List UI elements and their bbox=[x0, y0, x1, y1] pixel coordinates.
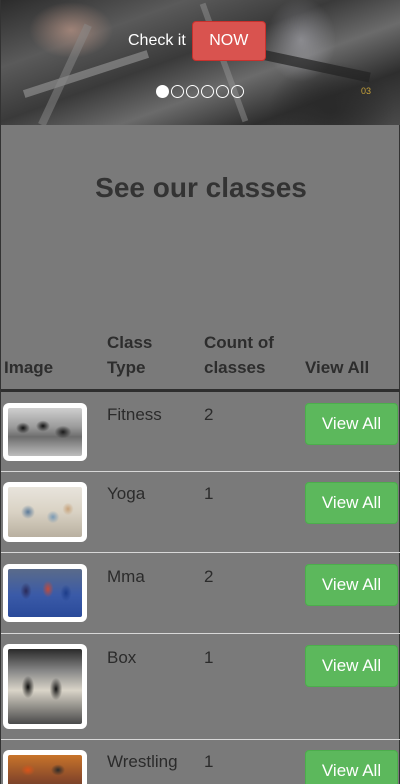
carousel-indicators bbox=[156, 85, 244, 98]
table-row: Yoga 1 View All bbox=[1, 472, 400, 553]
carousel-dot-3[interactable] bbox=[186, 85, 199, 98]
header-image: Image bbox=[4, 358, 54, 377]
hero-cta-text: Check it bbox=[128, 32, 186, 49]
class-count: 2 bbox=[204, 405, 214, 424]
now-button[interactable]: NOW bbox=[191, 21, 266, 61]
view-all-button[interactable]: View All bbox=[305, 482, 398, 524]
header-count: Count of classes bbox=[204, 333, 274, 377]
carousel-dot-2[interactable] bbox=[171, 85, 184, 98]
carousel-dot-5[interactable] bbox=[216, 85, 229, 98]
mma-photo bbox=[8, 569, 82, 617]
class-type: Fitness bbox=[107, 405, 162, 424]
view-all-button[interactable]: View All bbox=[305, 645, 398, 687]
table-row: Wrestling 1 View All bbox=[1, 740, 400, 784]
class-count: 2 bbox=[204, 567, 214, 586]
carousel-dot-4[interactable] bbox=[201, 85, 214, 98]
hero-carousel: 03 Check it NOW bbox=[1, 0, 400, 125]
hero-photo-detail: 03 bbox=[361, 86, 372, 96]
table-row: Box 1 View All bbox=[1, 634, 400, 740]
class-thumbnail[interactable] bbox=[3, 564, 87, 622]
class-count: 1 bbox=[204, 752, 214, 771]
yoga-photo bbox=[8, 487, 82, 537]
class-count: 1 bbox=[204, 484, 214, 503]
class-thumbnail[interactable] bbox=[3, 750, 87, 784]
view-all-button[interactable]: View All bbox=[305, 403, 398, 445]
section-title: See our classes bbox=[95, 172, 307, 203]
class-thumbnail[interactable] bbox=[3, 644, 87, 729]
table-row: Mma 2 View All bbox=[1, 553, 400, 634]
hero-cta: Check it NOW bbox=[128, 21, 266, 61]
box-photo bbox=[8, 649, 82, 724]
wrestling-photo bbox=[8, 755, 82, 784]
class-type: Wrestling bbox=[107, 752, 178, 771]
view-all-button[interactable]: View All bbox=[305, 564, 398, 606]
header-class-type: Class Type bbox=[107, 333, 153, 377]
table-header: Image Class Type Count of classes View A… bbox=[1, 328, 400, 392]
header-view-all: View All bbox=[305, 358, 370, 377]
carousel-dot-6[interactable] bbox=[231, 85, 244, 98]
class-type: Mma bbox=[107, 567, 145, 586]
class-thumbnail[interactable] bbox=[3, 482, 87, 542]
class-thumbnail[interactable] bbox=[3, 403, 87, 461]
class-count: 1 bbox=[204, 648, 214, 667]
table-row: Fitness 2 View All bbox=[1, 393, 400, 472]
fitness-photo bbox=[8, 408, 82, 456]
class-type: Yoga bbox=[107, 484, 146, 503]
carousel-dot-1[interactable] bbox=[156, 85, 169, 98]
class-type: Box bbox=[107, 648, 137, 667]
view-all-button[interactable]: View All bbox=[305, 750, 398, 784]
hero-photo-detail bbox=[251, 47, 371, 83]
